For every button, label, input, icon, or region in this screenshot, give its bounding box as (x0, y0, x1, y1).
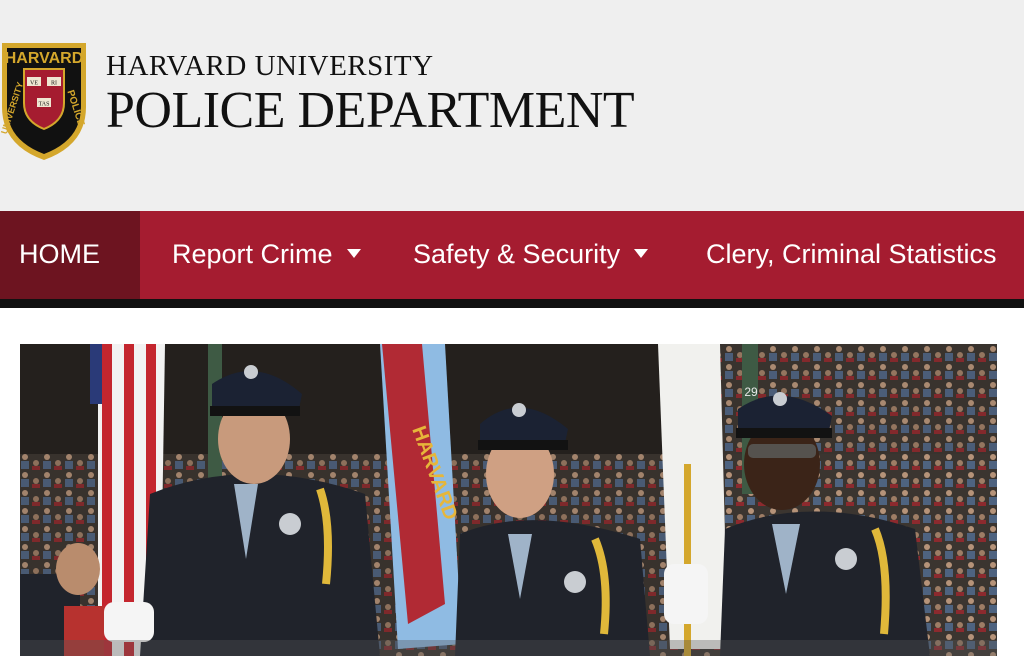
caret-down-icon (346, 249, 361, 259)
site-title-line1: HARVARD UNIVERSITY (106, 50, 434, 82)
nav-item-label: Clery, Criminal Statistics (706, 239, 997, 269)
hero-image: 29 HARVARD (20, 344, 997, 656)
nav-item-label: Report Crime (172, 239, 333, 269)
nav-item-label: Safety & Security (413, 239, 621, 269)
nav-item-report-crime[interactable]: Report Crime (172, 211, 361, 299)
nav-bottom-border (0, 299, 1024, 308)
site-title-line2: POLICE DEPARTMENT (106, 82, 635, 139)
nav-item-safety-security[interactable]: Safety & Security (413, 211, 649, 299)
logo-top-text: HARVARD (5, 50, 84, 67)
shield-word-3: TAS (39, 102, 50, 108)
caret-down-icon (634, 249, 649, 259)
site-title[interactable]: HARVARD UNIVERSITY POLICE DEPARTMENT (106, 50, 635, 140)
shield-word-2: RI (51, 81, 57, 87)
main-nav: HOME Report Crime Safety & Security Cler… (0, 211, 1024, 299)
honor-guard-photo: 29 HARVARD (20, 344, 997, 656)
harvard-police-logo[interactable]: VE RI TAS HARVARD UNIVERSITY POLICE (0, 37, 94, 163)
nav-item-label: HOME (19, 239, 100, 269)
site-header: VE RI TAS HARVARD UNIVERSITY POLICE HARV… (0, 0, 1024, 211)
pillar-number: 29 (744, 385, 758, 399)
nav-item-clery-statistics[interactable]: Clery, Criminal Statistics (706, 211, 997, 299)
shield-word-1: VE (30, 81, 38, 87)
nav-item-home[interactable]: HOME (0, 211, 140, 299)
